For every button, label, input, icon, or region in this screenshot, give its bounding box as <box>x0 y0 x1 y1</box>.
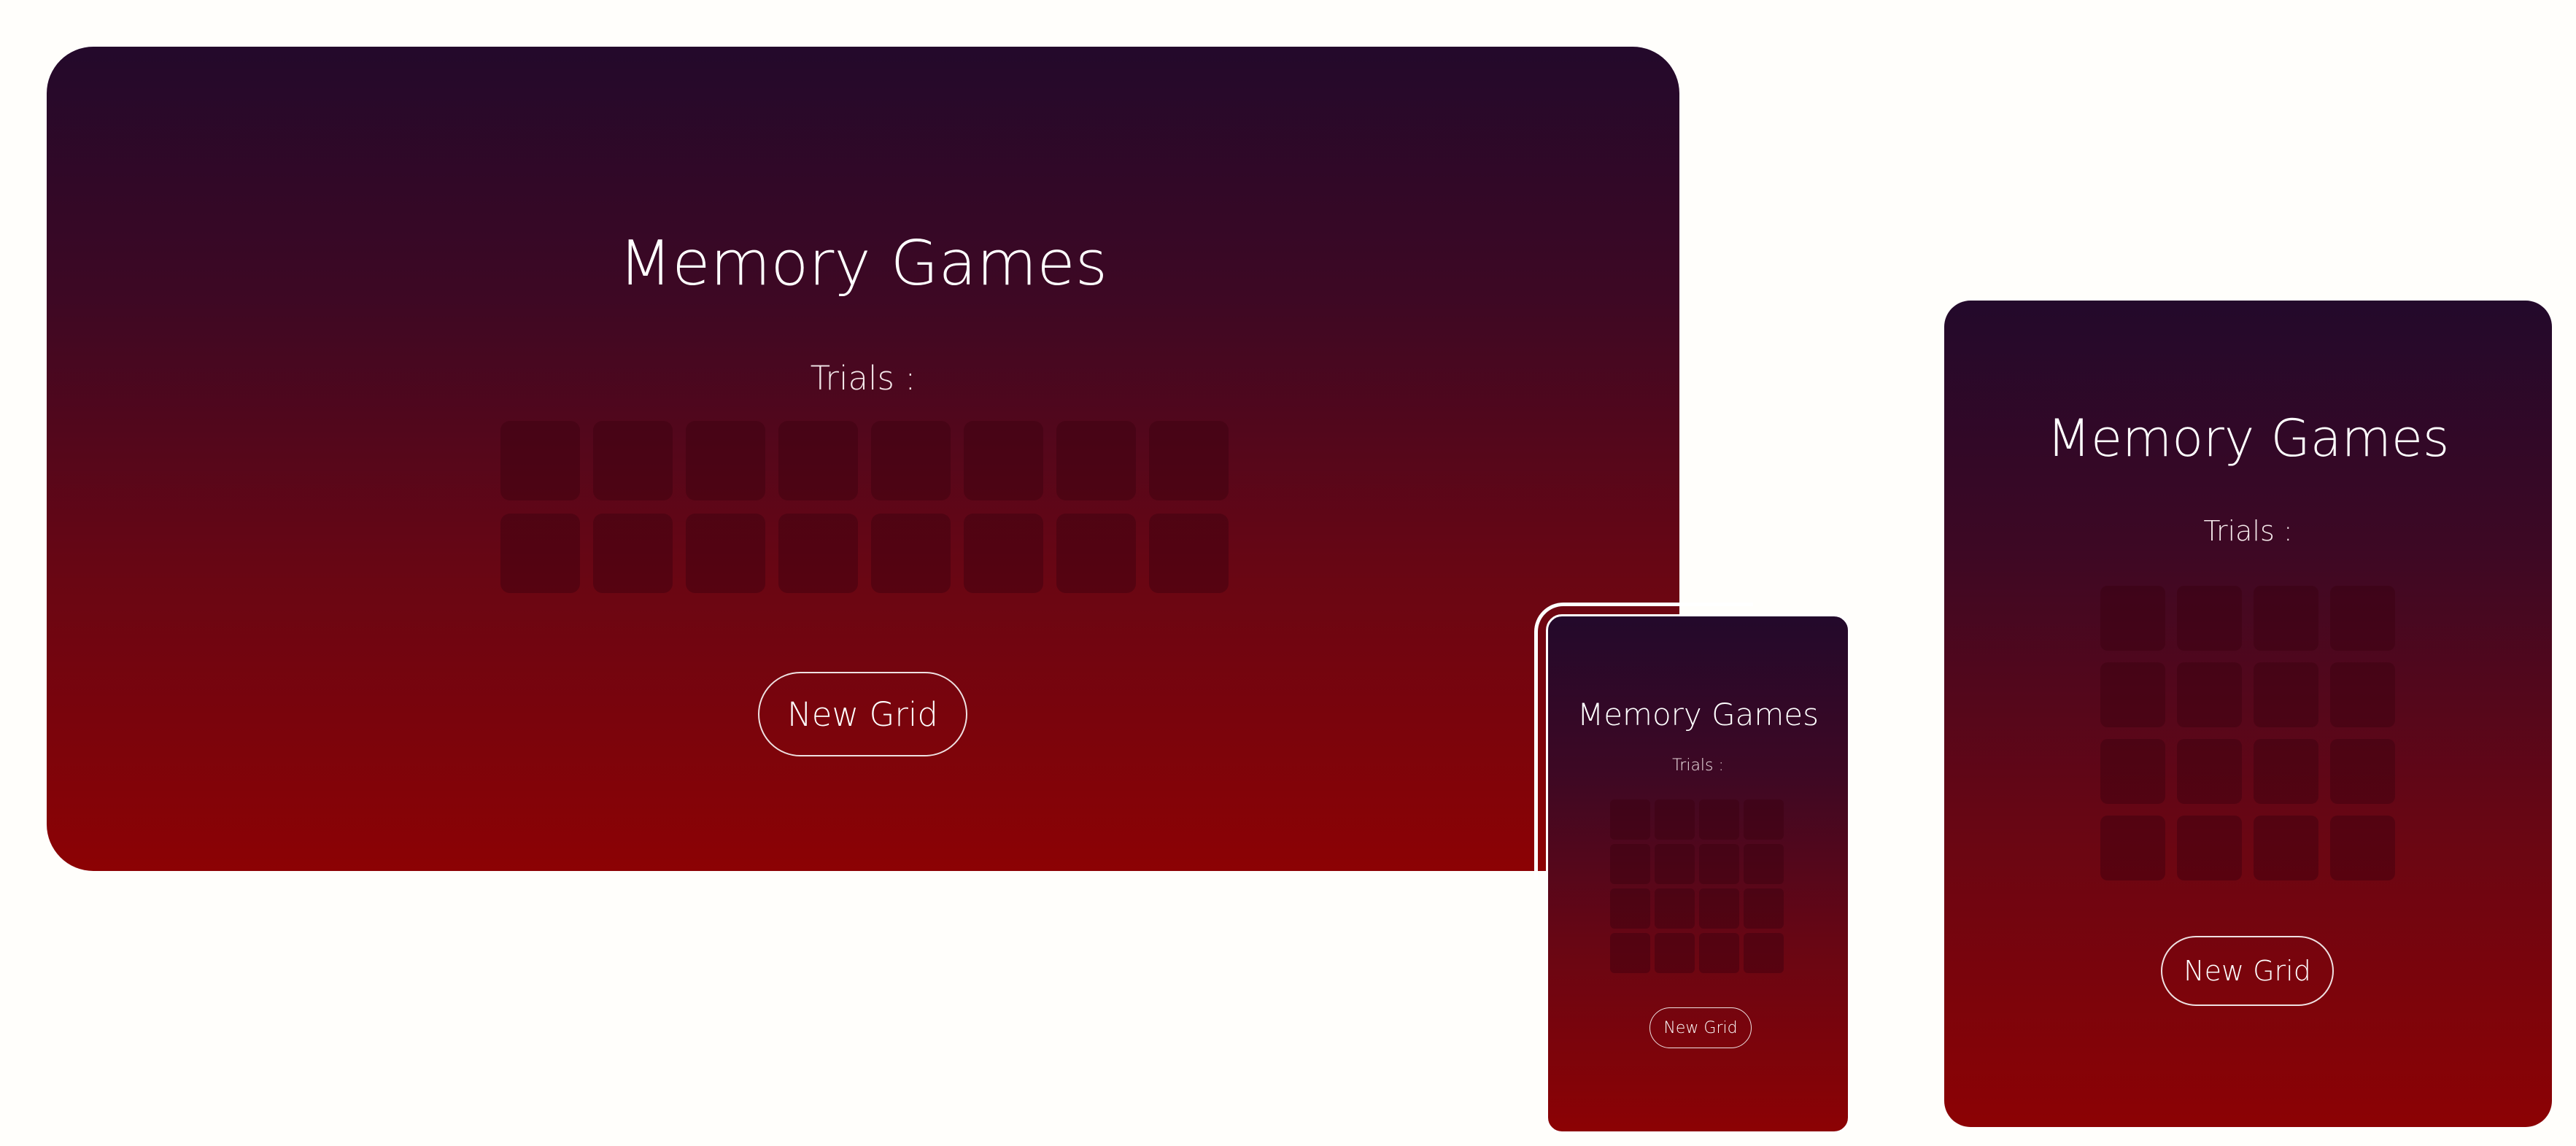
memory-card[interactable] <box>871 514 951 593</box>
memory-card[interactable] <box>2330 739 2395 804</box>
memory-card[interactable] <box>686 421 765 500</box>
memory-card[interactable] <box>2100 816 2165 880</box>
memory-card[interactable] <box>2100 662 2165 727</box>
memory-card[interactable] <box>2177 739 2242 804</box>
memory-card[interactable] <box>964 421 1043 500</box>
memory-card[interactable] <box>593 421 673 500</box>
memory-card[interactable] <box>2330 816 2395 880</box>
memory-card[interactable] <box>871 421 951 500</box>
memory-card[interactable] <box>1699 800 1739 840</box>
memory-card[interactable] <box>1744 800 1784 840</box>
memory-card[interactable] <box>686 514 765 593</box>
memory-card[interactable] <box>1610 888 1650 929</box>
memory-card[interactable] <box>1655 888 1695 929</box>
memory-card[interactable] <box>1655 933 1695 973</box>
memory-card[interactable] <box>2177 586 2242 651</box>
page-title: Memory Games <box>618 228 1108 300</box>
tablet-frame: Memory Games Trials : New Grid <box>1944 301 2552 1127</box>
card-grid <box>1610 800 1784 973</box>
memory-card[interactable] <box>1149 421 1229 500</box>
desktop-frame: Memory Games Trials : New Grid <box>47 47 1679 871</box>
memory-card[interactable] <box>2254 739 2318 804</box>
memory-card[interactable] <box>1699 844 1739 884</box>
memory-card[interactable] <box>1699 888 1739 929</box>
memory-card[interactable] <box>2177 816 2242 880</box>
memory-card[interactable] <box>2100 586 2165 651</box>
memory-card[interactable] <box>964 514 1043 593</box>
memory-card[interactable] <box>2254 586 2318 651</box>
memory-card[interactable] <box>1056 514 1136 593</box>
memory-card[interactable] <box>1655 844 1695 884</box>
memory-card[interactable] <box>1699 933 1739 973</box>
memory-card[interactable] <box>778 421 858 500</box>
card-grid <box>2100 586 2395 880</box>
memory-card[interactable] <box>593 514 673 593</box>
new-grid-button[interactable]: New Grid <box>2161 936 2334 1006</box>
memory-card[interactable] <box>1149 514 1229 593</box>
trials-counter: Trials : <box>810 359 916 398</box>
page-title: Memory Games <box>1577 697 1819 732</box>
memory-card[interactable] <box>778 514 858 593</box>
memory-card[interactable] <box>500 514 580 593</box>
memory-card[interactable] <box>1655 800 1695 840</box>
new-grid-button[interactable]: New Grid <box>758 672 967 756</box>
memory-card[interactable] <box>1056 421 1136 500</box>
memory-card[interactable] <box>1744 844 1784 884</box>
memory-card[interactable] <box>1610 844 1650 884</box>
trials-counter: Trials : <box>2203 515 2293 547</box>
memory-card[interactable] <box>1610 800 1650 840</box>
memory-card[interactable] <box>1610 933 1650 973</box>
memory-card[interactable] <box>2330 586 2395 651</box>
memory-card[interactable] <box>2254 662 2318 727</box>
memory-card[interactable] <box>2254 816 2318 880</box>
phone-frame: Memory Games Trials : New Grid <box>1546 614 1850 1134</box>
memory-card[interactable] <box>1744 888 1784 929</box>
memory-card[interactable] <box>2330 662 2395 727</box>
page-title: Memory Games <box>2046 409 2450 468</box>
memory-card[interactable] <box>2100 739 2165 804</box>
new-grid-button[interactable]: New Grid <box>1649 1007 1752 1048</box>
card-grid <box>500 421 1229 593</box>
memory-card[interactable] <box>500 421 580 500</box>
memory-card[interactable] <box>2177 662 2242 727</box>
trials-counter: Trials : <box>1672 756 1724 775</box>
memory-card[interactable] <box>1744 933 1784 973</box>
